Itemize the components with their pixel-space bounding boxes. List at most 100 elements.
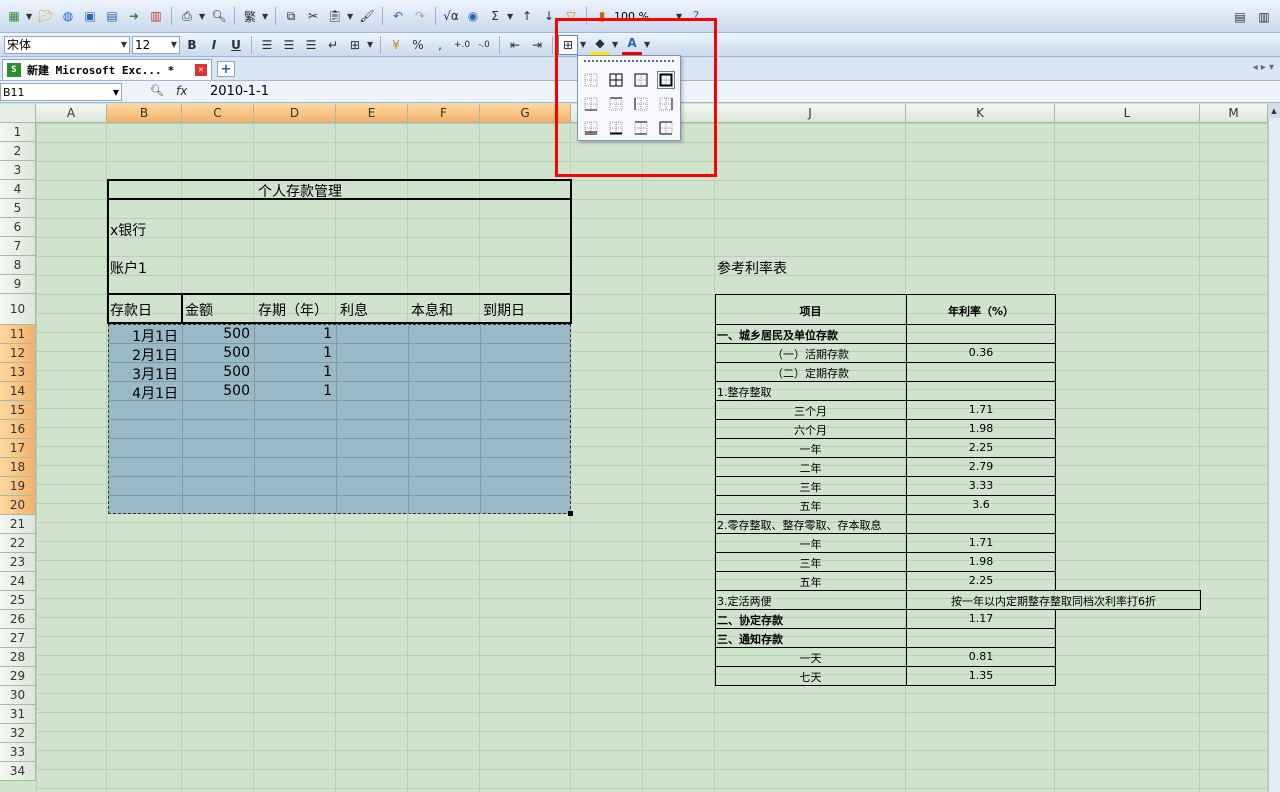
- column-header-m[interactable]: M: [1200, 104, 1268, 123]
- row-header-17[interactable]: 17: [0, 439, 36, 458]
- align-right-icon[interactable]: ☰: [301, 35, 321, 55]
- row-header-18[interactable]: 18: [0, 458, 36, 477]
- borders-dropdown-icon[interactable]: ▼: [580, 40, 588, 49]
- print-preview-icon[interactable]: 🔍︎: [209, 6, 229, 26]
- italic-button[interactable]: I: [204, 35, 224, 55]
- font-color-icon[interactable]: A: [622, 35, 642, 55]
- deposit-cell-amount[interactable]: 500: [182, 364, 250, 380]
- column-header-c[interactable]: C: [182, 104, 254, 123]
- deposit-cell-term[interactable]: 1: [254, 345, 332, 361]
- copy-icon[interactable]: ⧉: [281, 6, 301, 26]
- deposit-cell-amount[interactable]: 500: [182, 383, 250, 399]
- row-header-16[interactable]: 16: [0, 420, 36, 439]
- thick-bottom-border-icon[interactable]: [608, 120, 624, 136]
- format-painter-icon[interactable]: 🖌︎: [357, 6, 377, 26]
- pdf-icon[interactable]: ▥: [146, 6, 166, 26]
- column-header-e[interactable]: E: [336, 104, 408, 123]
- row-header-2[interactable]: 2: [0, 142, 36, 161]
- deposit-cell-date[interactable]: 2月1日: [107, 345, 178, 365]
- paste-icon[interactable]: 📋︎: [325, 6, 345, 26]
- row-header-8[interactable]: 8: [0, 256, 36, 275]
- chart-icon[interactable]: ▮: [592, 6, 612, 26]
- row-header-31[interactable]: 31: [0, 705, 36, 724]
- merge-center-icon[interactable]: ⊞: [345, 35, 365, 55]
- save-as-icon[interactable]: ▤: [102, 6, 122, 26]
- hyperlink-icon[interactable]: ◉: [463, 6, 483, 26]
- save-icon[interactable]: ▣: [80, 6, 100, 26]
- autosum-icon[interactable]: Σ: [485, 6, 505, 26]
- task-pane-icon[interactable]: ▥: [1254, 7, 1274, 27]
- panel-toggle-icon[interactable]: ▤: [1230, 7, 1250, 27]
- row-header-3[interactable]: 3: [0, 161, 36, 180]
- row-header-15[interactable]: 15: [0, 401, 36, 420]
- row-header-7[interactable]: 7: [0, 237, 36, 256]
- tab-scroll-icon[interactable]: ◂ ▸ ▾: [1253, 62, 1274, 73]
- left-border-icon[interactable]: [633, 96, 649, 112]
- print-icon[interactable]: ⎙: [177, 6, 197, 26]
- row-header-12[interactable]: 12: [0, 344, 36, 363]
- decrease-decimal-icon[interactable]: -.0: [474, 35, 494, 55]
- formula-input[interactable]: 2010-1-1: [210, 84, 269, 99]
- row-header-14[interactable]: 14: [0, 382, 36, 401]
- row-header-5[interactable]: 5: [0, 199, 36, 218]
- increase-indent-icon[interactable]: ⇥: [527, 35, 547, 55]
- row-header-28[interactable]: 28: [0, 648, 36, 667]
- new-dropdown-icon[interactable]: ▼: [26, 12, 34, 21]
- row-header-33[interactable]: 33: [0, 743, 36, 762]
- comma-style-button[interactable]: ,: [430, 35, 450, 55]
- open-icon[interactable]: 📂︎: [36, 6, 56, 26]
- row-header-24[interactable]: 24: [0, 572, 36, 591]
- row-header-1[interactable]: 1: [0, 123, 36, 142]
- decrease-indent-icon[interactable]: ⇤: [505, 35, 525, 55]
- no-border-icon[interactable]: [583, 72, 599, 88]
- scroll-up-icon[interactable]: ▲: [1268, 104, 1280, 118]
- row-header-13[interactable]: 13: [0, 363, 36, 382]
- font-color-dropdown-icon[interactable]: ▼: [644, 40, 652, 49]
- row-header-27[interactable]: 27: [0, 629, 36, 648]
- cut-icon[interactable]: ✂: [303, 6, 323, 26]
- column-header-k[interactable]: K: [906, 104, 1055, 123]
- paste-dropdown-icon[interactable]: ▼: [347, 12, 355, 21]
- deposit-cell-amount[interactable]: 500: [182, 345, 250, 361]
- sort-descending-icon[interactable]: ↓: [539, 6, 559, 26]
- merge-dropdown-icon[interactable]: ▼: [367, 40, 375, 49]
- row-header-30[interactable]: 30: [0, 686, 36, 705]
- print-dropdown-icon[interactable]: ▼: [199, 12, 207, 21]
- inside-border-icon[interactable]: [658, 120, 674, 136]
- align-left-icon[interactable]: ☰: [257, 35, 277, 55]
- zoom-select[interactable]: 100 %: [614, 10, 674, 23]
- row-header-11[interactable]: 11: [0, 325, 36, 344]
- document-tab[interactable]: S 新建 Microsoft Exc... * ✕: [2, 59, 212, 80]
- borders-icon[interactable]: ⊞: [558, 34, 578, 55]
- name-box[interactable]: B11 ▼: [0, 83, 122, 101]
- row-header-10[interactable]: 10: [0, 294, 36, 325]
- vertical-scrollbar[interactable]: [1268, 104, 1280, 792]
- column-header-b[interactable]: B: [107, 104, 182, 123]
- double-bottom-border-icon[interactable]: [583, 120, 599, 136]
- row-header-25[interactable]: 25: [0, 591, 36, 610]
- deposit-cell-date[interactable]: 1月1日: [107, 326, 178, 346]
- formula-icon[interactable]: √α: [441, 6, 461, 26]
- font-size-select[interactable]: 12 ▼: [132, 35, 180, 54]
- drag-handle-icon[interactable]: [584, 60, 674, 63]
- column-header-a[interactable]: A: [36, 104, 107, 123]
- undo-icon[interactable]: ↶: [388, 6, 408, 26]
- filter-icon[interactable]: ▽: [561, 6, 581, 26]
- column-header-g[interactable]: G: [480, 104, 571, 123]
- row-header-29[interactable]: 29: [0, 667, 36, 686]
- sort-ascending-icon[interactable]: ↑: [517, 6, 537, 26]
- autosum-dropdown-icon[interactable]: ▼: [507, 12, 515, 21]
- bold-button[interactable]: B: [182, 35, 202, 55]
- close-icon[interactable]: ✕: [195, 64, 207, 76]
- wrap-text-icon[interactable]: ↵: [323, 35, 343, 55]
- thick-box-border-icon[interactable]: [657, 71, 675, 89]
- column-header-l[interactable]: L: [1055, 104, 1200, 123]
- bottom-border-icon[interactable]: [583, 96, 599, 112]
- row-header-20[interactable]: 20: [0, 496, 36, 515]
- new-tab-icon[interactable]: +: [217, 61, 235, 77]
- traditional-chinese-icon[interactable]: 繁: [240, 6, 260, 26]
- align-center-icon[interactable]: ☰: [279, 35, 299, 55]
- function-icon[interactable]: fx: [176, 84, 187, 98]
- top-bottom-border-icon[interactable]: [633, 120, 649, 136]
- fill-handle[interactable]: [568, 511, 573, 516]
